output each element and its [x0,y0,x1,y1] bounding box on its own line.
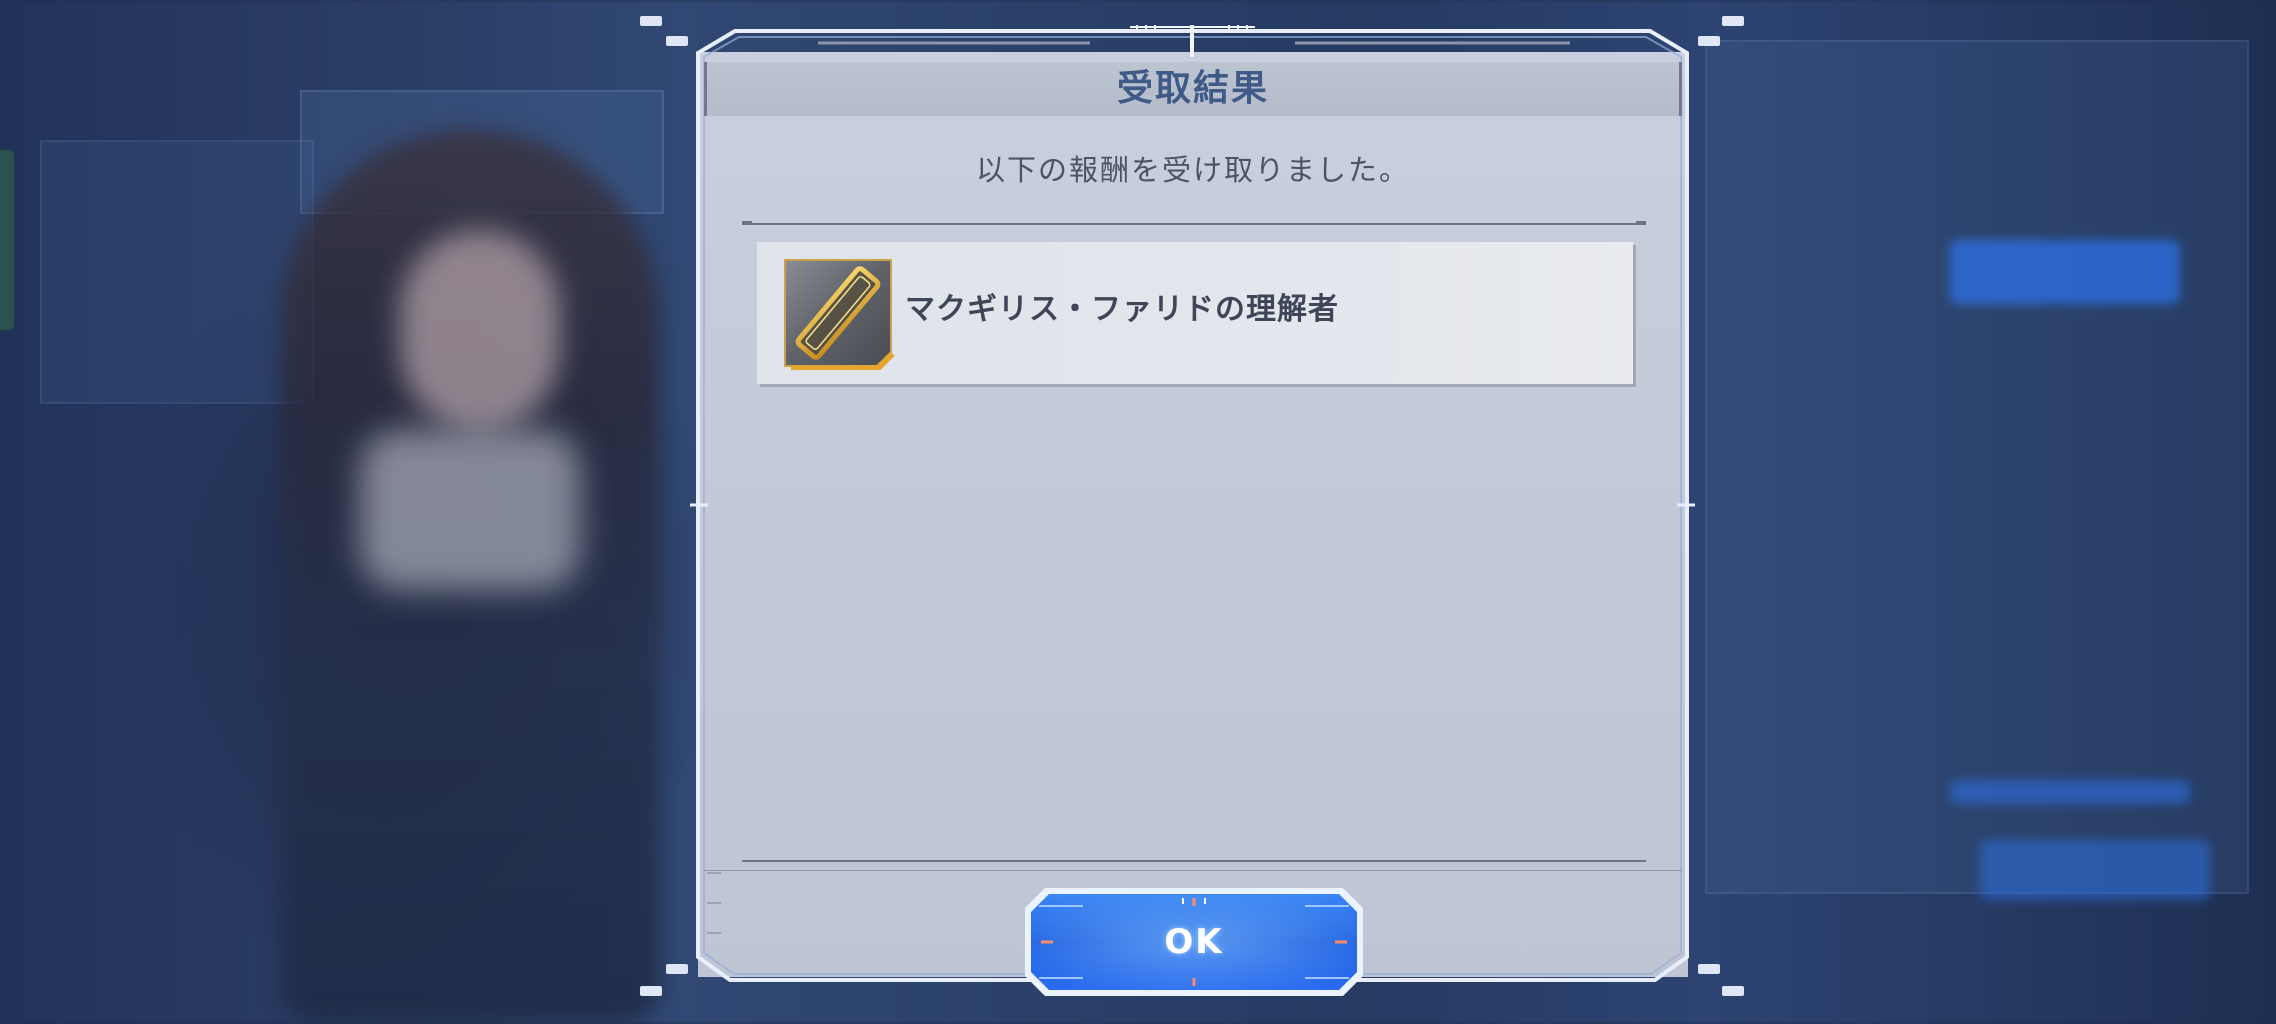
background-character-face [400,230,560,430]
divider-bottom [742,860,1646,862]
corner-mark-bottom-right-2 [1698,964,1720,974]
corner-mark-bottom-right [1722,986,1744,996]
background-blue-button-bottom [1980,840,2210,900]
dialog-title: 受取結果 [1116,68,1269,109]
side-tick-marks [707,872,727,962]
corner-mark-top-right-2 [1698,36,1720,46]
divider-top [742,221,1646,225]
ok-button-label: OK [1164,922,1224,962]
background-right-panel [1705,40,2249,894]
reward-name: マクギリス・ファリドの理解者 [905,292,1339,327]
background-character-collar [360,430,580,590]
corner-mark-top-left [640,16,662,26]
corner-mark-bottom-left-2 [666,964,688,974]
divider-bottom-secondary [704,870,1682,871]
background-left-window [40,140,314,404]
background-blue-bar [1950,780,2190,804]
dialog-message: 以下の報酬を受け取りました。 [975,153,1410,187]
background-blue-button-top [1950,240,2180,304]
dialog-title-bar: 受取結果 [704,62,1682,116]
corner-mark-top-left-2 [666,36,688,46]
corner-mark-top-right [1722,16,1744,26]
ok-button[interactable]: OK [1023,886,1365,998]
reward-list-item: マクギリス・ファリドの理解者 [757,242,1633,384]
background-side-tab [0,150,14,330]
corner-mark-bottom-left [640,986,662,996]
gold-card-icon [781,256,895,371]
